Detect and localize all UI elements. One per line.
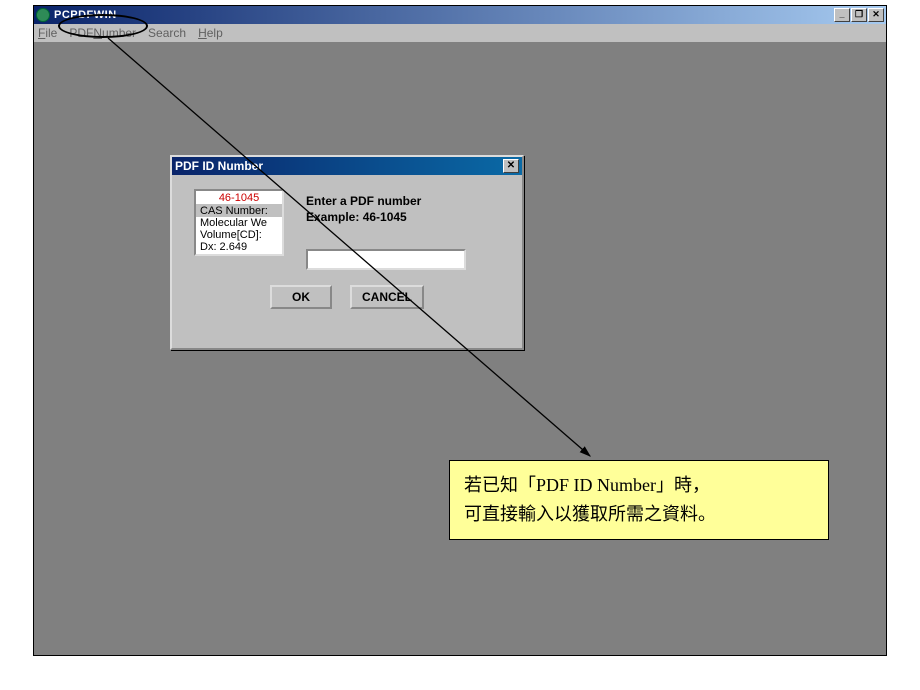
instruction-text: Enter a PDF number Example: 46-1045 [306, 193, 496, 225]
menubar: File PDFNumber Search Help [34, 24, 886, 42]
dialog-titlebar: PDF ID Number ✕ [172, 157, 522, 175]
dialog-title: PDF ID Number [175, 159, 503, 173]
titlebar: PCPDFWIN _ ❐ ✕ [34, 6, 886, 24]
dialog-body: 46-1045 CAS Number: Molecular We Volume[… [172, 175, 522, 195]
dialog-close-button[interactable]: ✕ [503, 159, 519, 173]
pdf-number-input[interactable] [308, 252, 464, 269]
menu-search[interactable]: Search [148, 26, 186, 40]
app-icon [36, 8, 50, 22]
cancel-button[interactable]: CANCEL [350, 285, 424, 309]
minimize-button[interactable]: _ [834, 8, 850, 22]
callout-line: 可直接輸入以獲取所需之資料。 [464, 500, 814, 529]
annotation-callout: 若已知「PDF ID Number」時， 可直接輸入以獲取所需之資料。 [449, 460, 829, 540]
pdf-number-input-frame [306, 249, 466, 270]
list-item[interactable]: CAS Number: [196, 205, 282, 217]
callout-line: 若已知「PDF ID Number」時， [464, 471, 814, 500]
menu-pdfnumber[interactable]: PDFNumber [69, 26, 136, 40]
dialog-button-row: OK CANCEL [172, 285, 522, 309]
instruction-line: Enter a PDF number [306, 193, 496, 209]
menu-file[interactable]: File [38, 26, 57, 40]
pdf-id-dialog: PDF ID Number ✕ 46-1045 CAS Number: Mole… [170, 155, 524, 350]
list-item[interactable]: Volume[CD]: [196, 229, 282, 241]
close-button[interactable]: ✕ [868, 8, 884, 22]
list-header: 46-1045 [196, 192, 282, 205]
instruction-line: Example: 46-1045 [306, 209, 496, 225]
ok-button[interactable]: OK [270, 285, 332, 309]
list-item[interactable]: Dx: 2.649 [196, 241, 282, 253]
maximize-button[interactable]: ❐ [851, 8, 867, 22]
info-listbox[interactable]: 46-1045 CAS Number: Molecular We Volume[… [194, 189, 284, 256]
app-title: PCPDFWIN [54, 9, 834, 21]
list-item[interactable]: Molecular We [196, 217, 282, 229]
window-controls: _ ❐ ✕ [834, 8, 884, 22]
menu-help[interactable]: Help [198, 26, 223, 40]
